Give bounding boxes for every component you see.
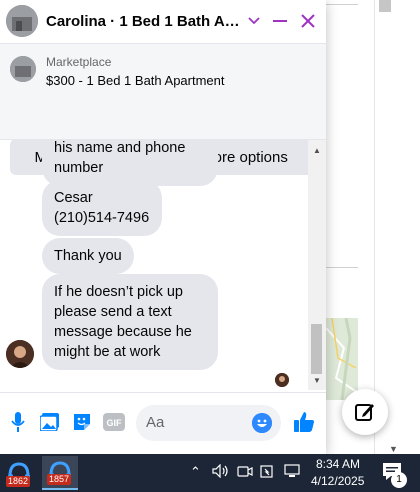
message-scrollbar-thumb[interactable] [311, 324, 322, 374]
gif-icon[interactable]: GIF [103, 411, 125, 433]
taskbar-app[interactable]: 1857 [42, 456, 78, 490]
conversation-title[interactable]: Carolina · 1 Bed 1 Bath Apa... [46, 13, 242, 30]
message-input[interactable]: Aa [136, 405, 281, 441]
clock-time[interactable]: 8:34 AM [316, 457, 360, 471]
new-message-button[interactable] [342, 389, 388, 435]
thumbs-up-icon[interactable] [292, 410, 316, 434]
map-image [326, 318, 358, 400]
listing-title[interactable]: $300 - 1 Bed 1 Bath Apartment [46, 73, 225, 88]
message-line: his name and phone [54, 140, 186, 156]
close-icon[interactable] [298, 11, 318, 31]
notification-count: 1 [391, 472, 407, 488]
message-list: his name and phone number Cesar (210)514… [0, 140, 310, 390]
message-line: Thank you [54, 248, 122, 264]
gif-label: GIF [107, 418, 123, 428]
sticker-icon[interactable] [71, 411, 93, 433]
message-bubble[interactable]: Thank you [42, 238, 134, 274]
listing-category: Marketplace [46, 55, 112, 69]
conversation-thumbnail[interactable] [6, 5, 38, 37]
scroll-down-icon[interactable]: ▼ [389, 444, 398, 454]
message-line: please send a text [54, 304, 172, 320]
chevron-down-icon[interactable] [244, 11, 264, 31]
photo-icon[interactable] [39, 411, 61, 433]
taskbar-badge: 1862 [6, 476, 31, 487]
taskbar: 1862 1857 ⌃ 8:34 AM 4/12/2025 1 [0, 454, 420, 492]
message-line: message because he [54, 324, 192, 340]
listing-thumbnail [10, 56, 36, 82]
scroll-up-icon[interactable]: ▲ [313, 146, 321, 155]
scroll-down-icon[interactable]: ▼ [313, 376, 321, 385]
microphone-icon[interactable] [7, 411, 29, 433]
message-line: Cesar [54, 190, 93, 206]
compose-icon [355, 404, 374, 421]
camera-icon[interactable] [237, 464, 253, 481]
message-line: If he doesn’t pick up [54, 284, 183, 300]
chat-window: Carolina · 1 Bed 1 Bath Apa... Marketpla… [0, 0, 326, 454]
show-hidden-icons[interactable]: ⌃ [190, 464, 201, 480]
marketplace-listing-banner[interactable]: Marketplace $300 - 1 Bed 1 Bath Apartmen… [0, 44, 326, 175]
clock-date[interactable]: 4/12/2025 [311, 474, 364, 488]
network-icon[interactable] [284, 464, 300, 481]
chat-header[interactable]: Carolina · 1 Bed 1 Bath Apa... [0, 0, 326, 44]
message-bubble[interactable]: Cesar (210)514-7496 [42, 180, 162, 236]
volume-icon[interactable] [212, 463, 230, 481]
background-divider [326, 267, 358, 268]
background-divider [326, 4, 358, 5]
map-preview[interactable] [326, 318, 358, 400]
message-composer: GIF Aa [0, 392, 326, 454]
minimize-icon[interactable] [270, 11, 290, 31]
message-line: (210)514-7496 [54, 210, 150, 226]
message-line: might be at work [54, 344, 161, 360]
message-input-placeholder: Aa [146, 414, 165, 431]
message-bubble[interactable]: If he doesn’t pick up please send a text… [42, 274, 218, 370]
battery-icon[interactable] [260, 464, 274, 481]
message-line: number [54, 160, 104, 176]
emoji-icon[interactable] [252, 413, 272, 433]
page-scrollbar[interactable]: ▼ [374, 0, 420, 460]
sender-avatar[interactable] [6, 340, 34, 368]
taskbar-app[interactable]: 1862 [1, 456, 37, 490]
page-scrollbar-thumb[interactable] [379, 0, 391, 12]
read-receipt-avatar [275, 373, 289, 387]
taskbar-badge: 1857 [47, 474, 72, 485]
message-scrollbar[interactable]: ▲ ▼ [308, 140, 326, 390]
